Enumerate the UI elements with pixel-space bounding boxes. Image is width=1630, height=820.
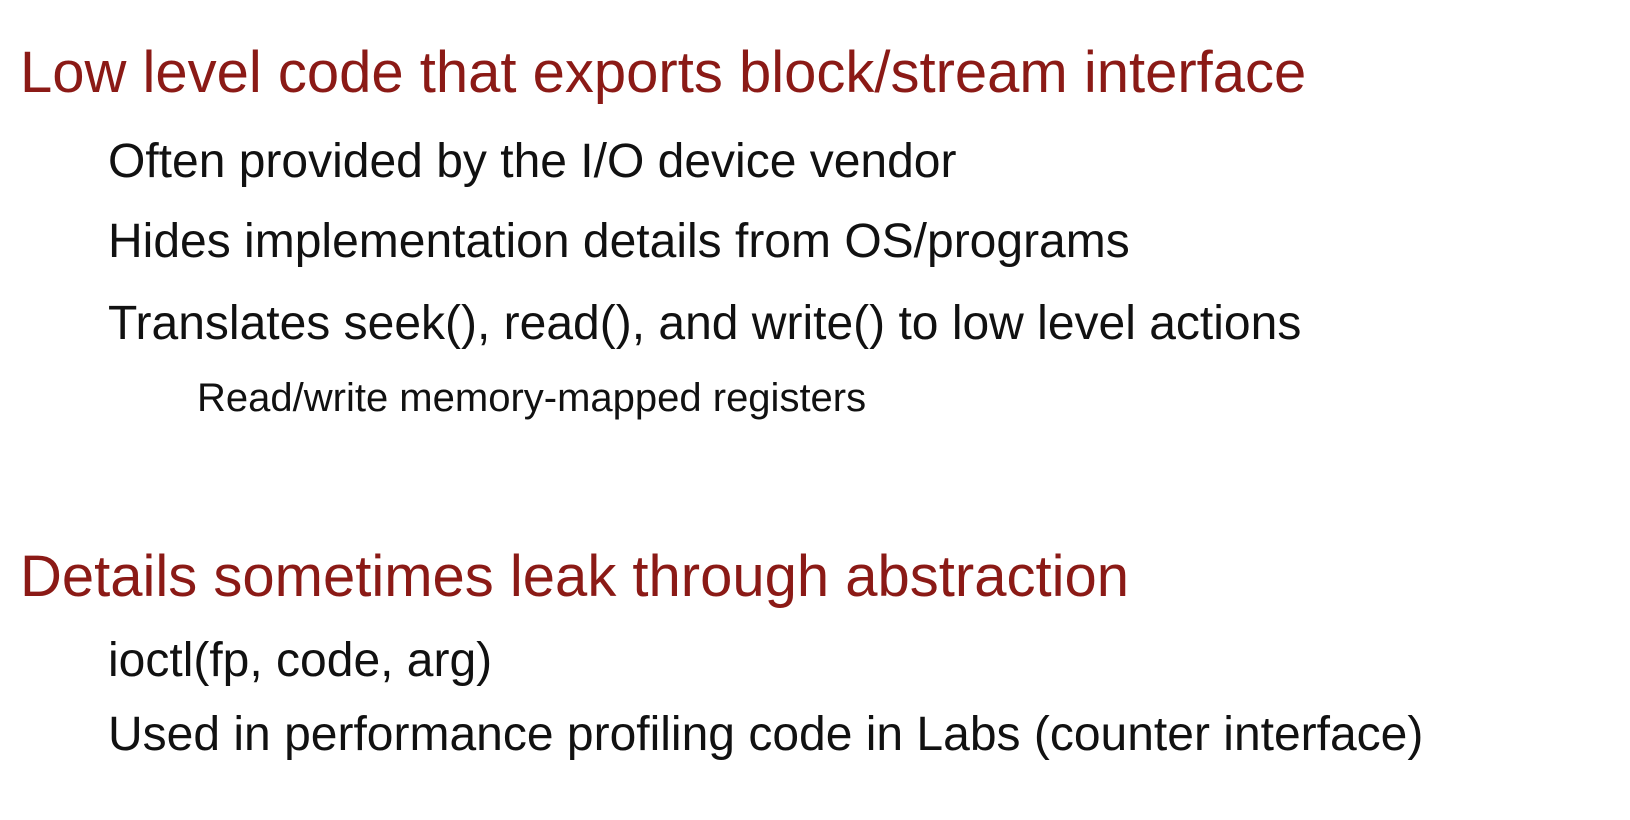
- subbullet-memory-mapped-registers: Read/write memory-mapped registers: [197, 376, 867, 420]
- bullet-performance-profiling: Used in performance profiling code in La…: [108, 708, 1424, 761]
- slide: Low level code that exports block/stream…: [0, 0, 1630, 820]
- bullet-ioctl: ioctl(fp, code, arg): [108, 634, 493, 687]
- bullet-translates-calls: Translates seek(), read(), and write() t…: [108, 297, 1302, 350]
- section-heading-abstraction-leak: Details sometimes leak through abstracti…: [20, 544, 1129, 609]
- bullet-hides-details: Hides implementation details from OS/pro…: [108, 215, 1130, 268]
- section-heading-driver-interface: Low level code that exports block/stream…: [20, 40, 1307, 105]
- bullet-vendor-provided: Often provided by the I/O device vendor: [108, 135, 957, 188]
